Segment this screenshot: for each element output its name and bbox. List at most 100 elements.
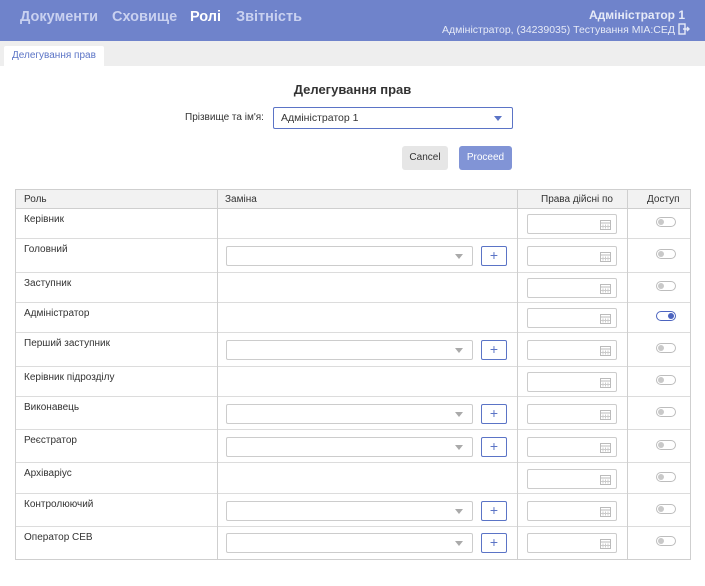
table-row: Виконавець + [16,397,690,430]
valid-until-date-input[interactable] [527,214,617,234]
calendar-icon [600,378,611,388]
column-access: Доступ [647,194,680,205]
valid-until-date-input[interactable] [527,372,617,392]
access-toggle[interactable] [656,536,676,546]
valid-until-date-input[interactable] [527,501,617,521]
role-name: Реєстратор [24,435,77,446]
calendar-icon [600,252,611,262]
nav-documents[interactable]: Документи [20,9,98,25]
substitute-select[interactable] [226,501,473,521]
top-navigation-bar: Документи Сховище Ролі Звітність Адмініс… [0,0,705,41]
access-toggle[interactable] [656,440,676,450]
nav-reports[interactable]: Звітність [236,9,302,25]
add-substitute-button[interactable]: + [481,340,507,360]
user-select-value: Адміністратор 1 [281,112,359,124]
add-substitute-button[interactable]: + [481,533,507,553]
chevron-down-icon [455,412,463,417]
substitute-select[interactable] [226,437,473,457]
role-name: Перший заступник [24,338,111,349]
access-toggle[interactable] [656,343,676,353]
toggle-knob [658,506,664,512]
valid-until-date-input[interactable] [527,278,617,298]
tab-strip: Делегування прав [0,41,705,66]
add-substitute-button[interactable]: + [481,501,507,521]
toggle-knob [668,313,674,319]
table-row: Реєстратор + [16,430,690,463]
calendar-icon [600,346,611,356]
role-name: Контролюючий [24,499,94,510]
roles-table: Роль Заміна Права дійсні по Доступ Керів… [15,189,691,560]
calendar-icon [600,507,611,517]
proceed-button[interactable]: Proceed [459,146,512,170]
add-substitute-button[interactable]: + [481,404,507,424]
access-toggle[interactable] [656,281,676,291]
chevron-down-icon [455,509,463,514]
access-toggle[interactable] [656,407,676,417]
substitute-select[interactable] [226,340,473,360]
table-row: Контролюючий + [16,494,690,527]
role-name: Керівник [24,214,64,225]
toggle-knob [658,442,664,448]
valid-until-date-input[interactable] [527,340,617,360]
user-select[interactable]: Адміністратор 1 [273,107,513,129]
logout-icon[interactable] [678,23,690,35]
toggle-knob [658,409,664,415]
tab-delegation[interactable]: Делегування прав [4,46,104,66]
calendar-icon [600,443,611,453]
column-valid-until: Права дійсні по [541,194,613,205]
valid-until-date-input[interactable] [527,437,617,457]
user-org-info: Адміністратор, (34239035) Тестування МІА… [441,24,675,36]
chevron-down-icon [455,254,463,259]
calendar-icon [600,314,611,324]
chevron-down-icon [455,445,463,450]
toggle-knob [658,345,664,351]
table-row: Керівник підрозділу [16,367,690,397]
calendar-icon [600,539,611,549]
cancel-button[interactable]: Cancel [402,146,448,170]
chevron-down-icon [455,541,463,546]
access-toggle[interactable] [656,217,676,227]
valid-until-date-input[interactable] [527,246,617,266]
column-substitute: Заміна [225,194,257,205]
access-toggle[interactable] [656,375,676,385]
table-row: Архіваріус [16,463,690,494]
role-name: Виконавець [24,402,80,413]
valid-until-date-input[interactable] [527,533,617,553]
column-divider [517,190,518,559]
table-row: Оператор СЕВ + [16,527,690,558]
calendar-icon [600,475,611,485]
valid-until-date-input[interactable] [527,469,617,489]
valid-until-date-input[interactable] [527,308,617,328]
toggle-knob [658,377,664,383]
access-toggle[interactable] [656,311,676,321]
role-name: Заступник [24,278,72,289]
add-substitute-button[interactable]: + [481,437,507,457]
substitute-select[interactable] [226,404,473,424]
toggle-knob [658,474,664,480]
user-select-label: Прізвище та ім'я: [185,112,264,123]
table-row: Заступник [16,273,690,303]
calendar-icon [600,284,611,294]
toggle-knob [658,219,664,225]
valid-until-date-input[interactable] [527,404,617,424]
substitute-select[interactable] [226,246,473,266]
nav-storage[interactable]: Сховище [112,9,177,25]
access-toggle[interactable] [656,249,676,259]
substitute-select[interactable] [226,533,473,553]
column-divider [217,190,218,559]
table-row: Головний + [16,239,690,273]
nav-roles[interactable]: Ролі [190,9,221,25]
add-substitute-button[interactable]: + [481,246,507,266]
calendar-icon [600,220,611,230]
calendar-icon [600,410,611,420]
table-header: Роль Заміна Права дійсні по Доступ [16,190,690,209]
role-name: Керівник підрозділу [24,372,115,383]
column-role: Роль [24,194,47,205]
toggle-knob [658,251,664,257]
toggle-knob [658,283,664,289]
table-row: Перший заступник + [16,333,690,367]
role-name: Архіваріус [24,468,72,479]
chevron-down-icon [494,116,502,121]
access-toggle[interactable] [656,504,676,514]
access-toggle[interactable] [656,472,676,482]
